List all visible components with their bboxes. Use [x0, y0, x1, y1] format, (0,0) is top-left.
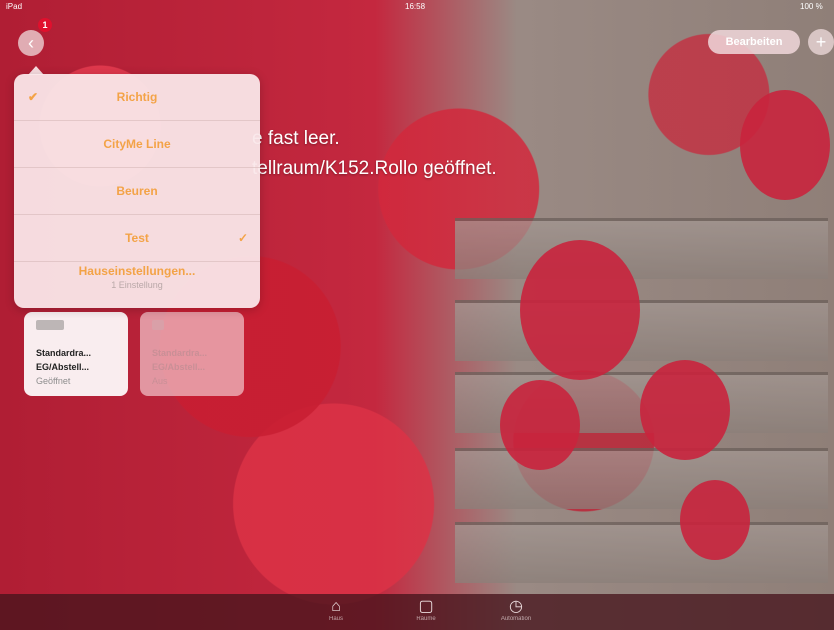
menu-item-home[interactable]: Test ✓ [14, 215, 260, 262]
status-bar: iPad 16:58 100 % [0, 0, 834, 14]
checkmark-icon: ✓ [237, 231, 248, 245]
menu-item-label: Beuren [116, 184, 158, 198]
rooms-icon: ▢ [418, 598, 434, 615]
home-switcher-popover: ✔ Richtig CityMe Line Beuren Test ✓ Haus… [14, 74, 260, 308]
home-status-message: e fast leer. tellraum/K152.Rollo geöffne… [252, 124, 497, 184]
tile-name: Standardra... [152, 348, 208, 358]
menu-item-home[interactable]: ✔ Richtig [14, 74, 260, 121]
tab-label: Automation [500, 616, 532, 622]
accessory-tile[interactable]: Standardra... EG/Abstell... Aus [140, 312, 244, 396]
ivy-leaves [500, 380, 580, 470]
ivy-leaves [640, 360, 730, 460]
wall-plank [455, 300, 828, 361]
tile-room: EG/Abstell... [36, 362, 90, 372]
ivy-leaves [680, 480, 750, 560]
tab-label: Räume [416, 616, 436, 622]
ivy-leaves [740, 90, 830, 200]
tab-label: Haus [328, 616, 343, 622]
accessory-tile[interactable]: Standardra... EG/Abstell... Geöffnet [24, 312, 128, 396]
tile-room: EG/Abstell... [152, 362, 206, 372]
menu-item-home-settings[interactable]: Hauseinstellungen... 1 Einstellung [14, 264, 260, 310]
blind-icon [36, 320, 64, 330]
edit-button[interactable]: Bearbeiten [708, 30, 800, 54]
automation-icon: ◷ [509, 598, 523, 615]
menu-item-label: Hauseinstellungen... [78, 264, 196, 278]
status-line: e fast leer. [252, 128, 340, 149]
plus-icon: + [815, 32, 827, 52]
menu-item-home[interactable]: Beuren [14, 168, 260, 215]
menu-item-label: Richtig [116, 90, 158, 104]
lamp-icon [152, 320, 164, 330]
back-arrow-icon: ‹ [28, 33, 34, 53]
notification-badge: 1 [38, 18, 52, 32]
menu-item-label: Test [125, 231, 149, 245]
menu-item-home[interactable]: CityMe Line [14, 121, 260, 168]
home-screen: iPad 16:58 100 % ‹ 1 Bearbeiten + e fast… [0, 0, 834, 630]
status-time: 16:58 [405, 2, 426, 11]
add-button[interactable]: + [808, 29, 834, 55]
tab-rooms[interactable]: ▢ Räume [396, 598, 456, 622]
wall-plank [455, 448, 828, 509]
menu-item-subtext: 1 Einstellung [111, 280, 163, 290]
tile-name: Standardra... [36, 348, 92, 358]
tab-automation[interactable]: ◷ Automation [486, 598, 546, 622]
wall-plank [455, 522, 828, 583]
ivy-leaves [520, 240, 640, 380]
menu-item-label: CityMe Line [103, 137, 171, 151]
status-battery: 100 % [800, 2, 823, 11]
wall-plank [455, 218, 828, 279]
tab-bar: ⌂ Haus ▢ Räume ◷ Automation [0, 594, 834, 630]
back-button[interactable]: ‹ [18, 30, 44, 56]
tile-status: Aus [152, 376, 168, 386]
tile-status: Geöffnet [36, 376, 71, 386]
house-icon: ⌂ [331, 598, 341, 615]
tab-home[interactable]: ⌂ Haus [306, 598, 366, 622]
status-device: iPad [6, 2, 23, 11]
status-line: tellraum/K152.Rollo geöffnet. [252, 158, 497, 179]
checkmark-icon: ✔ [28, 90, 39, 104]
